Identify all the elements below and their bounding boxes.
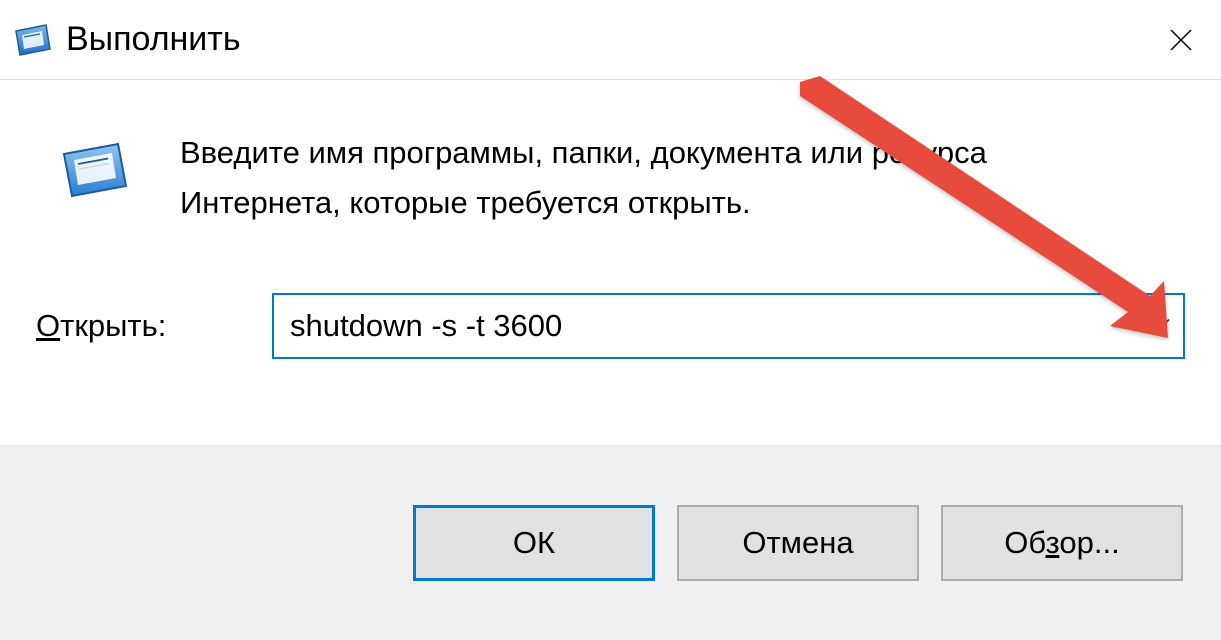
command-combobox[interactable] [272,293,1185,359]
close-button[interactable] [1159,18,1203,62]
open-label: Открыть: [36,308,272,344]
browse-button[interactable]: Обзор... [941,505,1183,581]
titlebar-left: Выполнить [12,20,241,59]
run-large-icon [58,140,132,200]
dialog-body: Введите имя программы, папки, документа … [0,80,1221,445]
command-input[interactable] [272,293,1185,359]
window-title: Выполнить [66,20,241,59]
description-text: Введите имя программы, папки, документа … [180,128,1000,227]
open-row: Открыть: [36,293,1185,359]
titlebar: Выполнить [0,0,1221,80]
button-bar: ОК Отмена Обзор... [0,445,1221,640]
run-dialog-icon [12,21,54,59]
cancel-button[interactable]: Отмена [677,505,919,581]
description-row: Введите имя программы, папки, документа … [58,128,1185,227]
close-icon [1168,27,1194,53]
ok-button[interactable]: ОК [413,505,655,581]
